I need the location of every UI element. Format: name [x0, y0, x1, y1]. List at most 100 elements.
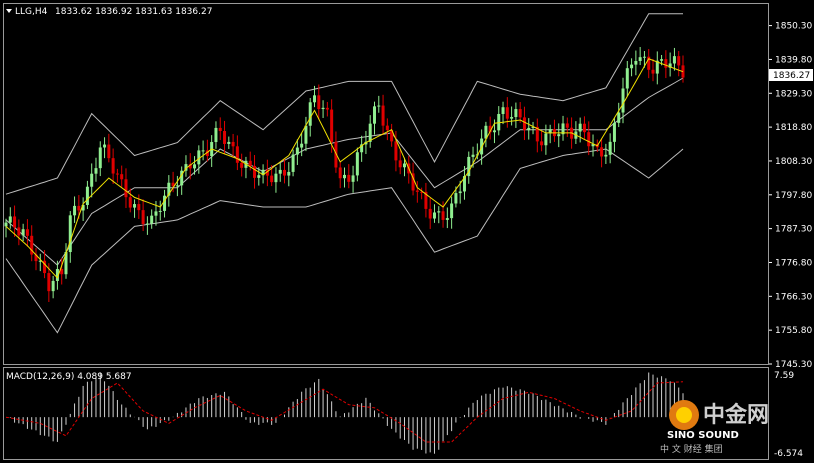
candle-body: [505, 107, 509, 119]
macd-axis-top: 7.59: [774, 371, 794, 381]
candle-body: [13, 216, 17, 228]
candle-body: [677, 56, 681, 66]
candle-body: [107, 144, 111, 159]
candle-body: [450, 203, 454, 219]
price-tick-label: 1829.30: [775, 89, 812, 99]
sino-logo-icon-inner: [676, 407, 692, 423]
candle-body: [214, 127, 218, 143]
candle-body: [381, 105, 385, 126]
candle-body: [223, 131, 227, 144]
price-tick-label: 1808.30: [775, 157, 812, 167]
candle-body: [587, 132, 591, 147]
candle-body: [510, 117, 514, 119]
candle-body: [471, 154, 475, 157]
sino-sound-watermark: 中金网 SINO SOUND 中 文 财经 集团: [660, 400, 769, 455]
candle-body: [441, 211, 445, 220]
candle-body: [330, 109, 334, 142]
candle-body: [235, 146, 239, 163]
candle-body: [578, 123, 582, 132]
watermark-sub: 中 文 财经 集团: [660, 443, 723, 455]
candle-body: [85, 186, 89, 205]
candle-body: [458, 191, 462, 194]
candle-body: [68, 215, 72, 253]
candle-body: [4, 222, 8, 227]
candle-body: [300, 143, 304, 148]
candle-body: [154, 211, 158, 216]
trading-chart[interactable]: 1850.30 1839.80 1829.30 1818.80 1808.30 1797.…: [0, 0, 814, 463]
symbol-label: LLG,H4: [15, 7, 48, 17]
candle-body: [278, 169, 282, 174]
price-tick-label: 1745.30: [775, 360, 812, 370]
candle-body: [240, 162, 244, 168]
candle-body: [527, 127, 531, 131]
candle-body: [94, 168, 98, 174]
price-tick-label: 1787.30: [775, 225, 812, 235]
candle-body: [338, 167, 342, 179]
candle-body: [664, 59, 668, 68]
candle-body: [347, 174, 351, 182]
price-tick-label: 1818.80: [775, 123, 812, 133]
candle-body: [398, 160, 402, 168]
candle-body: [638, 57, 642, 61]
candle-body: [428, 208, 432, 219]
candle-body: [248, 160, 252, 166]
candle-body: [193, 164, 197, 169]
candle-body: [372, 106, 376, 124]
candle-body: [145, 223, 149, 225]
macd-indicator: [5, 372, 684, 454]
candle-body: [128, 197, 132, 208]
candle-body: [77, 205, 81, 211]
candle-body: [25, 229, 29, 236]
candle-body: [295, 147, 299, 155]
candle-body: [158, 210, 162, 212]
candle-body: [608, 141, 612, 155]
candle-body: [501, 107, 505, 114]
watermark-en: SINO SOUND: [667, 430, 739, 441]
candle-body: [218, 127, 222, 132]
candle-body: [540, 141, 544, 146]
price-tick-label: 1755.80: [775, 326, 812, 336]
candle-body: [394, 141, 398, 161]
candle-body: [660, 59, 664, 61]
candle-body: [343, 174, 346, 179]
candle-body: [8, 216, 12, 223]
candle-body: [115, 173, 119, 175]
candle-body: [402, 163, 406, 168]
candle-body: [557, 134, 561, 137]
candle-body: [313, 95, 317, 103]
candle-body: [544, 133, 548, 146]
candle-body: [518, 109, 522, 118]
candle-body: [257, 175, 261, 178]
price-tick-label: 1850.30: [775, 22, 812, 32]
candle-body: [565, 123, 569, 128]
candle-body: [124, 179, 128, 198]
candle-body: [612, 122, 616, 142]
ohlc-readout: 1833.62 1836.92 1831.63 1836.27: [55, 7, 212, 17]
candle-body: [445, 218, 449, 220]
candle-body: [51, 280, 55, 292]
chevron-down-icon[interactable]: [6, 9, 12, 13]
candle-body: [231, 141, 235, 147]
candlestick-series: [4, 46, 685, 303]
macd-axis-bottom: -6.574: [774, 449, 803, 459]
candle-body: [625, 68, 629, 89]
candle-body: [304, 125, 308, 144]
candle-body: [17, 227, 21, 236]
candle-body: [642, 56, 646, 58]
candle-body: [368, 123, 372, 142]
candle-body: [377, 105, 381, 107]
candle-body: [385, 125, 389, 131]
bollinger-upper-band: [5, 13, 683, 195]
candle-body: [432, 212, 436, 219]
candle-body: [274, 173, 278, 183]
candle-body: [617, 112, 621, 123]
candle-body: [120, 174, 124, 180]
candle-body: [111, 158, 115, 174]
candle-body: [137, 204, 141, 211]
candle-body: [437, 211, 441, 213]
candle-body: [90, 173, 94, 187]
candle-body: [47, 273, 51, 292]
watermark-cn: 中金网: [703, 402, 769, 428]
candle-body: [227, 141, 231, 144]
candle-body: [150, 215, 154, 224]
